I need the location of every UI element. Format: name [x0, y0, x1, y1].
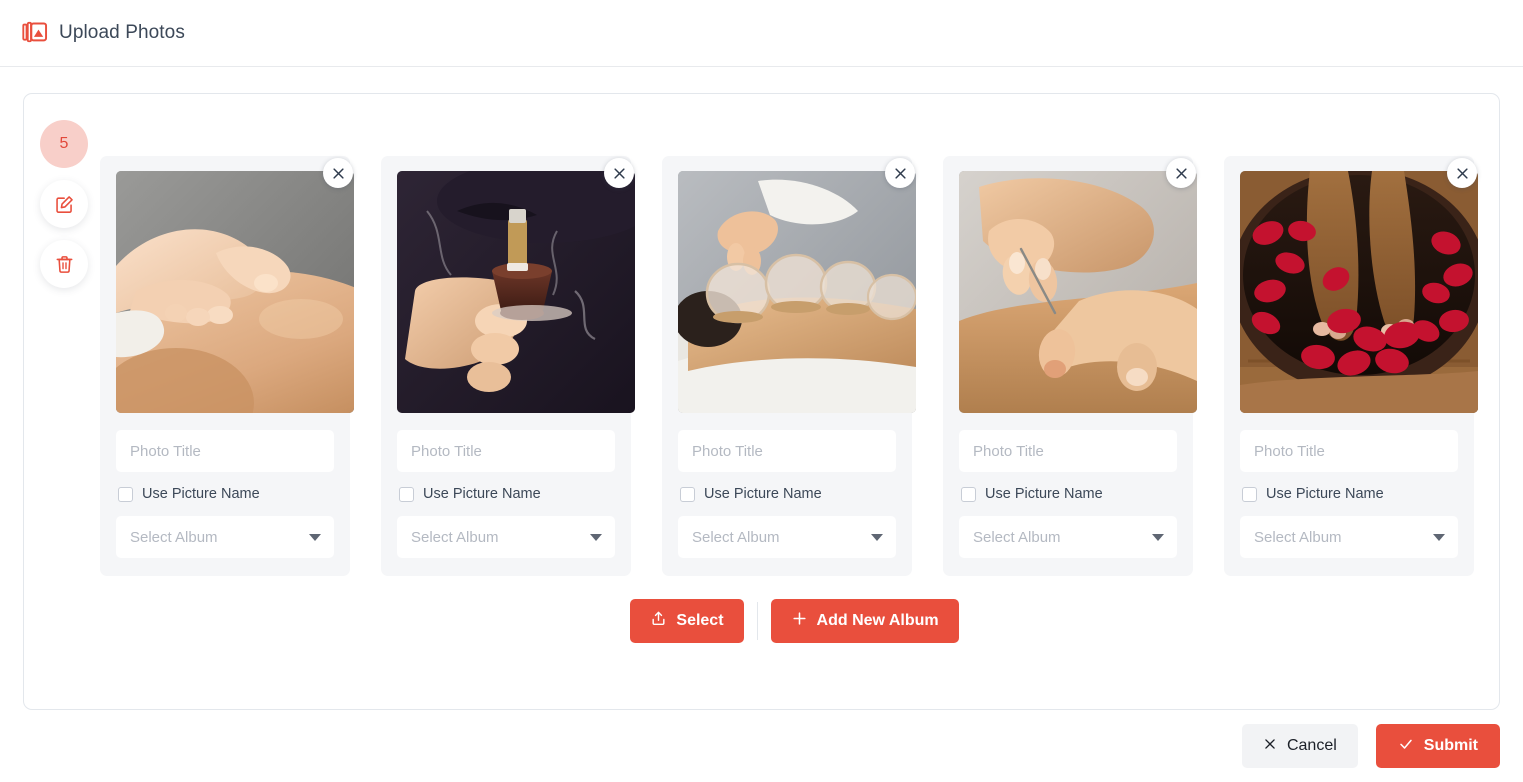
photo-title-input[interactable] — [1240, 430, 1458, 472]
delete-photos-button[interactable] — [40, 240, 88, 288]
edit-photos-button[interactable] — [40, 180, 88, 228]
use-picture-name-row[interactable]: Use Picture Name — [116, 486, 334, 502]
select-album-button-label: Select — [676, 612, 724, 629]
chevron-down-icon — [871, 533, 883, 541]
photo-title-input[interactable] — [959, 430, 1177, 472]
photo-cards-row: Use Picture Name Select Album — [100, 156, 1478, 576]
close-icon — [612, 166, 627, 181]
cancel-button-label: Cancel — [1286, 737, 1337, 754]
use-picture-name-checkbox[interactable] — [399, 486, 414, 502]
use-picture-name-row[interactable]: Use Picture Name — [397, 486, 615, 502]
check-icon — [1398, 736, 1414, 757]
left-action-rail: 5 — [40, 120, 88, 288]
use-picture-name-label: Use Picture Name — [704, 486, 822, 502]
remove-photo-button[interactable] — [1447, 158, 1477, 188]
submit-button[interactable]: Submit — [1375, 724, 1500, 768]
photo-count-value: 5 — [59, 135, 69, 152]
image-stack-icon — [22, 20, 48, 46]
photo-title-input[interactable] — [678, 430, 896, 472]
use-picture-name-checkbox[interactable] — [118, 486, 133, 502]
chevron-down-icon — [1152, 533, 1164, 541]
use-picture-name-label: Use Picture Name — [423, 486, 541, 502]
album-select[interactable]: Select Album — [397, 516, 615, 558]
use-picture-name-checkbox[interactable] — [1242, 486, 1257, 502]
thumbnail-wrapper — [1240, 158, 1478, 413]
chevron-down-icon — [309, 533, 321, 541]
cancel-button[interactable]: Cancel — [1241, 724, 1358, 768]
upload-icon — [650, 610, 667, 632]
album-select[interactable]: Select Album — [116, 516, 334, 558]
photo-card: Use Picture Name Select Album — [100, 156, 354, 576]
photo-card: Use Picture Name Select Album — [943, 156, 1197, 576]
edit-square-icon — [54, 194, 75, 215]
thumbnail-wrapper — [678, 158, 916, 413]
use-picture-name-row[interactable]: Use Picture Name — [678, 486, 896, 502]
photo-count-badge: 5 — [40, 120, 88, 168]
photo-title-input[interactable] — [397, 430, 615, 472]
thumbnail-wrapper — [116, 158, 354, 413]
close-icon — [331, 166, 346, 181]
trash-icon — [54, 254, 75, 275]
use-picture-name-checkbox[interactable] — [680, 486, 695, 502]
photo-thumbnail[interactable] — [1240, 171, 1478, 413]
thumbnail-wrapper — [959, 158, 1197, 413]
thumbnail-wrapper — [397, 158, 635, 413]
use-picture-name-label: Use Picture Name — [985, 486, 1103, 502]
use-picture-name-label: Use Picture Name — [1266, 486, 1384, 502]
photo-card: Use Picture Name Select Album — [1224, 156, 1478, 576]
close-icon — [893, 166, 908, 181]
album-select-value: Select Album — [130, 528, 218, 546]
dialog-footer: Cancel Submit — [0, 710, 1523, 782]
photo-thumbnail[interactable] — [959, 171, 1197, 413]
upload-panel: 5 Photo Title Use Picture Name Select Al… — [23, 93, 1500, 710]
use-picture-name-row[interactable]: Use Picture Name — [959, 486, 1177, 502]
album-actions: Select Add New Album — [24, 599, 1499, 643]
remove-photo-button[interactable] — [604, 158, 634, 188]
album-select-value: Select Album — [973, 528, 1061, 546]
use-picture-name-row[interactable]: Use Picture Name — [1240, 486, 1458, 502]
photo-thumbnail[interactable] — [397, 171, 635, 413]
chevron-down-icon — [1433, 533, 1445, 541]
photo-title-input[interactable] — [116, 430, 334, 472]
album-select[interactable]: Select Album — [678, 516, 896, 558]
page-title: Upload Photos — [59, 22, 185, 43]
actions-divider — [756, 602, 758, 640]
album-select-value: Select Album — [411, 528, 499, 546]
photo-thumbnail[interactable] — [116, 171, 354, 413]
album-select[interactable]: Select Album — [959, 516, 1177, 558]
photo-thumbnail[interactable] — [678, 171, 916, 413]
chevron-down-icon — [590, 533, 602, 541]
photo-card: Use Picture Name Select Album — [662, 156, 916, 576]
submit-button-label: Submit — [1423, 737, 1478, 754]
album-select-value: Select Album — [1254, 528, 1342, 546]
remove-photo-button[interactable] — [1166, 158, 1196, 188]
use-picture-name-checkbox[interactable] — [961, 486, 976, 502]
close-icon — [1263, 737, 1277, 756]
page-header: Upload Photos — [0, 0, 1523, 67]
plus-icon — [791, 610, 808, 632]
close-icon — [1174, 166, 1189, 181]
album-select-value: Select Album — [692, 528, 780, 546]
select-album-button[interactable]: Select — [630, 599, 744, 643]
photo-card: Use Picture Name Select Album — [381, 156, 635, 576]
close-icon — [1455, 166, 1470, 181]
remove-photo-button[interactable] — [885, 158, 915, 188]
album-select[interactable]: Select Album — [1240, 516, 1458, 558]
use-picture-name-label: Use Picture Name — [142, 486, 260, 502]
remove-photo-button[interactable] — [323, 158, 353, 188]
add-new-album-button[interactable]: Add New Album — [770, 599, 959, 643]
add-new-album-button-label: Add New Album — [816, 612, 939, 629]
